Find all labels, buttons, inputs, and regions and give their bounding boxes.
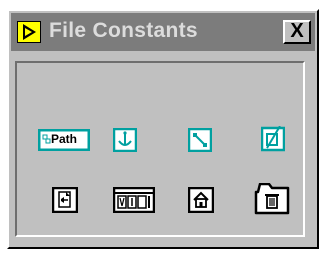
file-constants-window: File Constants X Path <box>7 9 319 249</box>
temporary-directory-constant-button[interactable] <box>254 183 290 215</box>
refnum-constant-button[interactable] <box>113 128 137 152</box>
home-directory-constant-button[interactable] <box>188 187 214 213</box>
refnum-icon <box>113 128 137 152</box>
default-directory-constant-button[interactable] <box>52 187 78 213</box>
empty-path-icon <box>188 128 212 152</box>
file-constants-palette: Path <box>15 61 305 237</box>
empty-path-constant-button[interactable] <box>188 128 212 152</box>
title-bar[interactable]: File Constants X <box>11 13 315 51</box>
path-constant-label: Path <box>51 132 78 146</box>
vi-library-icon <box>113 187 155 213</box>
not-a-path-icon <box>261 126 285 152</box>
default-directory-icon <box>52 187 78 213</box>
temporary-directory-icon <box>254 183 290 215</box>
labview-icon <box>16 20 42 44</box>
window-title: File Constants <box>49 19 198 42</box>
not-a-path-constant-button[interactable] <box>261 126 285 152</box>
vi-library-constant-button[interactable] <box>113 187 155 213</box>
close-button[interactable]: X <box>283 20 311 44</box>
home-directory-icon <box>188 187 214 213</box>
path-constant-button[interactable]: Path <box>38 129 90 151</box>
